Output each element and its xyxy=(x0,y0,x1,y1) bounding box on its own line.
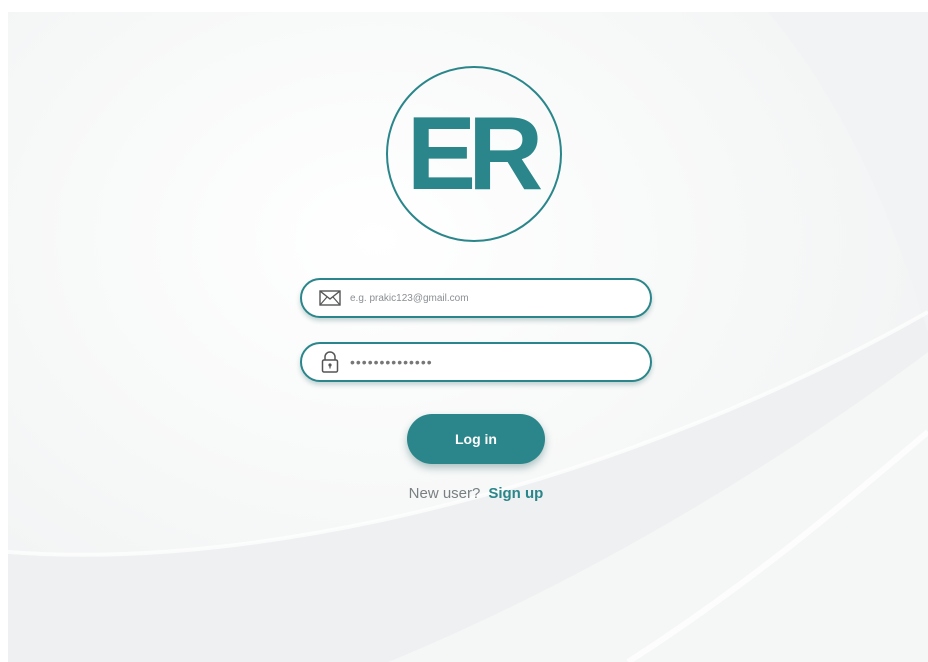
signup-row: New user? Sign up xyxy=(8,485,928,502)
logo-text: ER xyxy=(406,96,544,212)
signup-prompt: New user? xyxy=(408,485,481,502)
mail-icon xyxy=(318,286,342,310)
signup-link[interactable]: Sign up xyxy=(488,485,543,502)
login-button[interactable]: Log in xyxy=(407,414,545,464)
password-input[interactable] xyxy=(350,354,630,370)
logo: ER xyxy=(386,66,562,242)
password-field[interactable] xyxy=(300,342,652,382)
login-page: ER Log in New user? Sign up xyxy=(8,12,928,662)
lock-icon xyxy=(318,350,342,374)
email-field[interactable] xyxy=(300,278,652,318)
email-input[interactable] xyxy=(350,292,630,304)
